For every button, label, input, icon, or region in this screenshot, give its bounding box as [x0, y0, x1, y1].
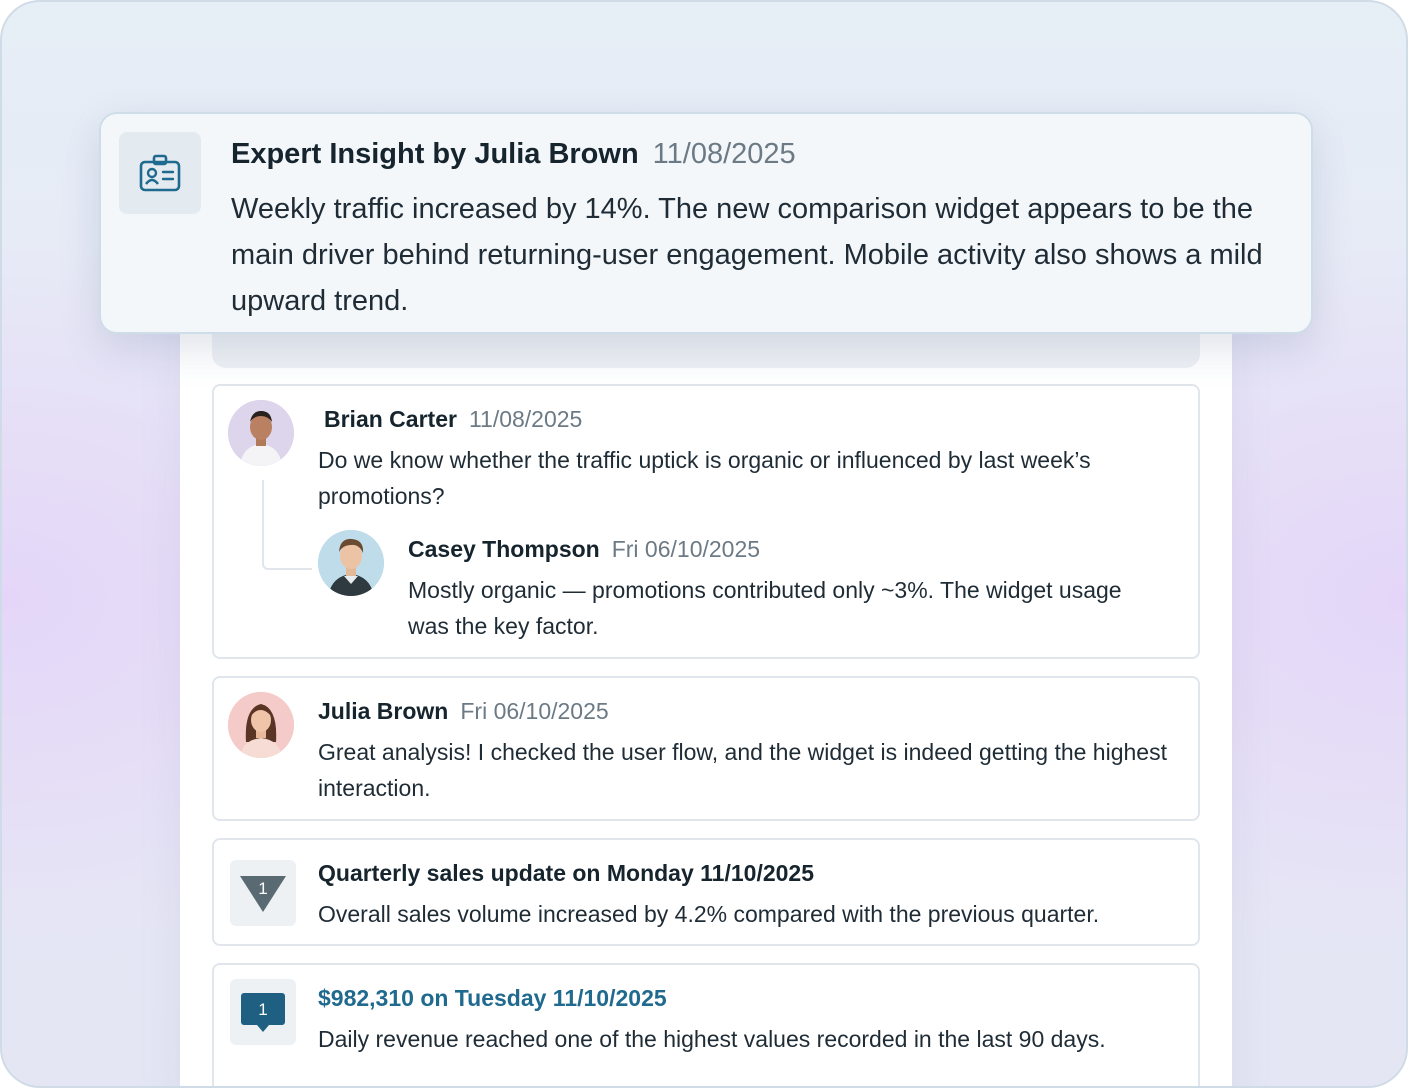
comment-card-brian-carter[interactable]: Brian Carter 11/08/2025 Do we know whethe… — [212, 384, 1200, 659]
reply-text: Mostly organic — promotions contributed … — [408, 577, 1122, 639]
avatar-casey-thompson[interactable] — [318, 530, 384, 596]
comment-date: Fri 06/10/2025 — [460, 698, 609, 724]
comment-header: Julia Brown Fri 06/10/2025 — [318, 698, 609, 725]
event-text: Overall sales volume increased by 4.2% c… — [318, 901, 1100, 927]
event-text: Daily revenue reached one of the highest… — [318, 1026, 1106, 1052]
insight-header: Expert Insight by Julia Brown 11/08/2025 — [231, 138, 796, 171]
author-name[interactable]: Julia Brown — [318, 698, 448, 724]
window-frame: Brian Carter 11/08/2025 Do we know whethe… — [0, 0, 1408, 1088]
marker-badge: 1 — [258, 1000, 267, 1019]
expert-insight-card[interactable]: Expert Insight by Julia Brown 11/08/2025 … — [99, 112, 1313, 334]
insight-date: 11/08/2025 — [652, 138, 796, 170]
avatar-brian-carter[interactable] — [228, 400, 294, 466]
reply-date: Fri 06/10/2025 — [611, 536, 761, 562]
id-badge-icon — [119, 132, 201, 214]
avatar-julia-brown[interactable] — [228, 692, 294, 758]
event-card-quarterly-sales[interactable]: 1 Quarterly sales update on Monday 11/10… — [212, 838, 1200, 946]
event-title: Quarterly sales update on Monday 11/10/2… — [318, 860, 814, 886]
person-avatar-icon — [228, 692, 294, 758]
comment-text: Great analysis! I checked the user flow,… — [318, 739, 1167, 801]
reply-author-name[interactable]: Casey Thompson — [408, 536, 600, 562]
thread-connector — [262, 480, 312, 570]
triangle-marker-icon[interactable]: 1 — [230, 860, 296, 926]
event-card-daily-revenue[interactable]: 1 $982,310 on Tuesday 11/10/2025 Daily r… — [212, 963, 1200, 1086]
person-avatar-icon — [228, 400, 294, 466]
comment-date: 11/08/2025 — [468, 406, 583, 432]
author-name[interactable]: Brian Carter — [324, 406, 457, 432]
comment-text: Do we know whether the traffic uptick is… — [318, 447, 1091, 509]
person-avatar-icon — [318, 530, 384, 596]
event-title-link[interactable]: $982,310 on Tuesday 11/10/2025 — [318, 985, 667, 1012]
speech-marker-icon[interactable]: 1 — [230, 979, 296, 1045]
insight-title: Expert Insight by Julia Brown — [231, 138, 639, 170]
comment-card-julia-brown[interactable]: Julia Brown Fri 06/10/2025 Great analysis… — [212, 676, 1200, 821]
comment-header: Brian Carter 11/08/2025 — [324, 406, 582, 433]
reply-header: Casey Thompson Fri 06/10/2025 — [408, 536, 760, 563]
marker-badge: 1 — [258, 879, 267, 898]
insight-body: Weekly traffic increased by 14%. The new… — [231, 193, 1263, 317]
